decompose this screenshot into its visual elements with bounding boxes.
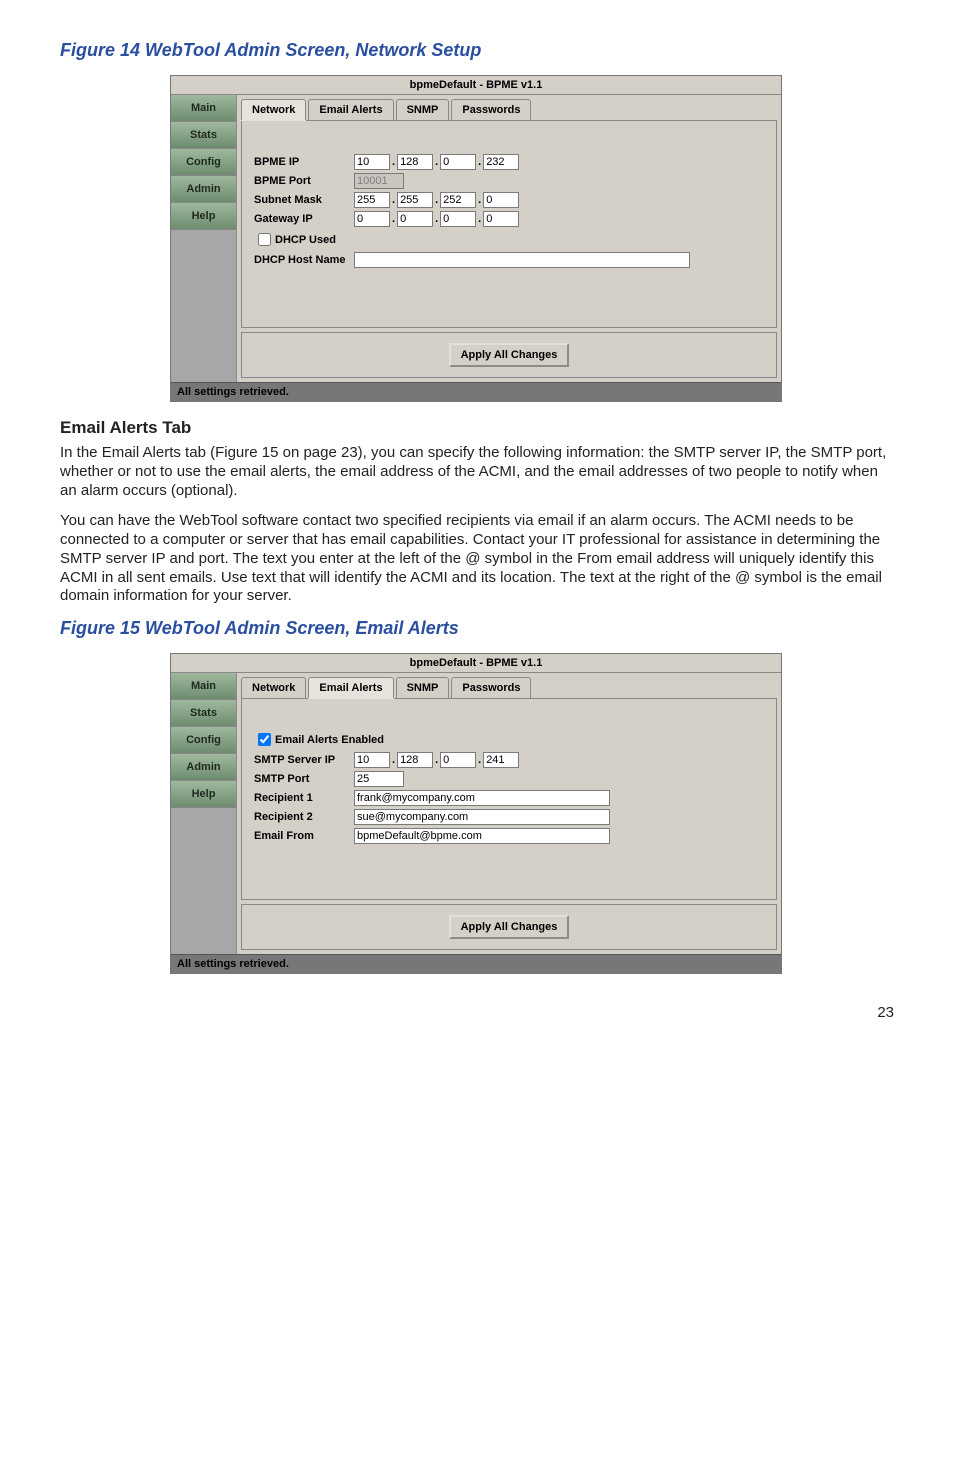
figure-15-caption: Figure 15 WebTool Admin Screen, Email Al… — [60, 618, 894, 639]
dot-sep: . — [476, 156, 483, 168]
apply-row: Apply All Changes — [241, 332, 777, 378]
dot-sep: . — [390, 156, 397, 168]
label-dhcp-host: DHCP Host Name — [254, 254, 354, 266]
dhcp-used-checkbox[interactable] — [258, 233, 271, 246]
apply-all-button[interactable]: Apply All Changes — [449, 915, 570, 939]
recipient-1-field[interactable] — [354, 790, 610, 806]
dot-sep: . — [476, 213, 483, 225]
email-page: Email Alerts Enabled SMTP Server IP . . … — [241, 698, 777, 900]
app-title: bpmeDefault - BPME v1.1 — [171, 654, 781, 673]
status-bar: All settings retrieved. — [171, 954, 781, 973]
vtab-stats[interactable]: Stats — [171, 122, 237, 149]
vtab-config[interactable]: Config — [171, 727, 237, 754]
dot-sep: . — [433, 156, 440, 168]
dot-sep: . — [476, 754, 483, 766]
recipient-2-field[interactable] — [354, 809, 610, 825]
dot-sep: . — [433, 754, 440, 766]
dhcp-host-field[interactable] — [354, 252, 690, 268]
network-page: BPME IP . . . BPME Port Subnet Mask . . … — [241, 120, 777, 328]
paragraph-2: You can have the WebTool software contac… — [60, 512, 894, 606]
subnet-3[interactable] — [440, 192, 476, 208]
dot-sep: . — [433, 213, 440, 225]
smtp-port-field[interactable] — [354, 771, 404, 787]
dot-sep: . — [390, 194, 397, 206]
status-bar: All settings retrieved. — [171, 382, 781, 401]
vtab-help[interactable]: Help — [171, 781, 237, 808]
bpme-ip-1[interactable] — [354, 154, 390, 170]
label-dhcp-used: DHCP Used — [275, 234, 336, 246]
tab-snmp[interactable]: SNMP — [396, 99, 450, 120]
dot-sep: . — [433, 194, 440, 206]
subnet-1[interactable] — [354, 192, 390, 208]
dot-sep: . — [476, 194, 483, 206]
tab-network[interactable]: Network — [241, 677, 306, 698]
vertical-tabs: Main Stats Config Admin Help — [171, 673, 237, 954]
apply-all-button[interactable]: Apply All Changes — [449, 343, 570, 367]
app-title: bpmeDefault - BPME v1.1 — [171, 76, 781, 95]
email-from-field[interactable] — [354, 828, 610, 844]
admin-email-app: bpmeDefault - BPME v1.1 Main Stats Confi… — [170, 653, 782, 974]
apply-row: Apply All Changes — [241, 904, 777, 950]
tab-email[interactable]: Email Alerts — [308, 677, 393, 698]
vtab-main[interactable]: Main — [171, 95, 237, 122]
page-number: 23 — [60, 1004, 894, 1021]
label-subnet: Subnet Mask — [254, 194, 354, 206]
tab-passwords[interactable]: Passwords — [451, 99, 531, 120]
horizontal-tabs: Network Email Alerts SNMP Passwords — [237, 673, 781, 698]
label-gateway: Gateway IP — [254, 213, 354, 225]
label-recipient-2: Recipient 2 — [254, 811, 354, 823]
vtab-admin[interactable]: Admin — [171, 754, 237, 781]
vtab-stats[interactable]: Stats — [171, 700, 237, 727]
tab-network[interactable]: Network — [241, 99, 306, 120]
admin-network-app: bpmeDefault - BPME v1.1 Main Stats Confi… — [170, 75, 782, 402]
tab-passwords[interactable]: Passwords — [451, 677, 531, 698]
label-smtp-ip: SMTP Server IP — [254, 754, 354, 766]
vtab-help[interactable]: Help — [171, 203, 237, 230]
email-enabled-checkbox[interactable] — [258, 733, 271, 746]
label-email-enabled: Email Alerts Enabled — [275, 734, 384, 746]
gateway-3[interactable] — [440, 211, 476, 227]
gateway-1[interactable] — [354, 211, 390, 227]
vtab-filler — [171, 230, 237, 382]
dot-sep: . — [390, 213, 397, 225]
label-bpme-ip: BPME IP — [254, 156, 354, 168]
vtab-admin[interactable]: Admin — [171, 176, 237, 203]
horizontal-tabs: Network Email Alerts SNMP Passwords — [237, 95, 781, 120]
label-recipient-1: Recipient 1 — [254, 792, 354, 804]
smtp-ip-2[interactable] — [397, 752, 433, 768]
tab-snmp[interactable]: SNMP — [396, 677, 450, 698]
label-email-from: Email From — [254, 830, 354, 842]
bpme-port-field — [354, 173, 404, 189]
gateway-2[interactable] — [397, 211, 433, 227]
email-alerts-heading: Email Alerts Tab — [60, 418, 894, 438]
tab-email[interactable]: Email Alerts — [308, 99, 393, 120]
subnet-4[interactable] — [483, 192, 519, 208]
bpme-ip-3[interactable] — [440, 154, 476, 170]
smtp-ip-4[interactable] — [483, 752, 519, 768]
vtab-main[interactable]: Main — [171, 673, 237, 700]
paragraph-1: In the Email Alerts tab (Figure 15 on pa… — [60, 444, 894, 500]
vertical-tabs: Main Stats Config Admin Help — [171, 95, 237, 382]
label-smtp-port: SMTP Port — [254, 773, 354, 785]
vtab-filler — [171, 808, 237, 954]
vtab-config[interactable]: Config — [171, 149, 237, 176]
smtp-ip-1[interactable] — [354, 752, 390, 768]
figure-14-caption: Figure 14 WebTool Admin Screen, Network … — [60, 40, 894, 61]
bpme-ip-2[interactable] — [397, 154, 433, 170]
bpme-ip-4[interactable] — [483, 154, 519, 170]
gateway-4[interactable] — [483, 211, 519, 227]
label-bpme-port: BPME Port — [254, 175, 354, 187]
subnet-2[interactable] — [397, 192, 433, 208]
smtp-ip-3[interactable] — [440, 752, 476, 768]
dot-sep: . — [390, 754, 397, 766]
